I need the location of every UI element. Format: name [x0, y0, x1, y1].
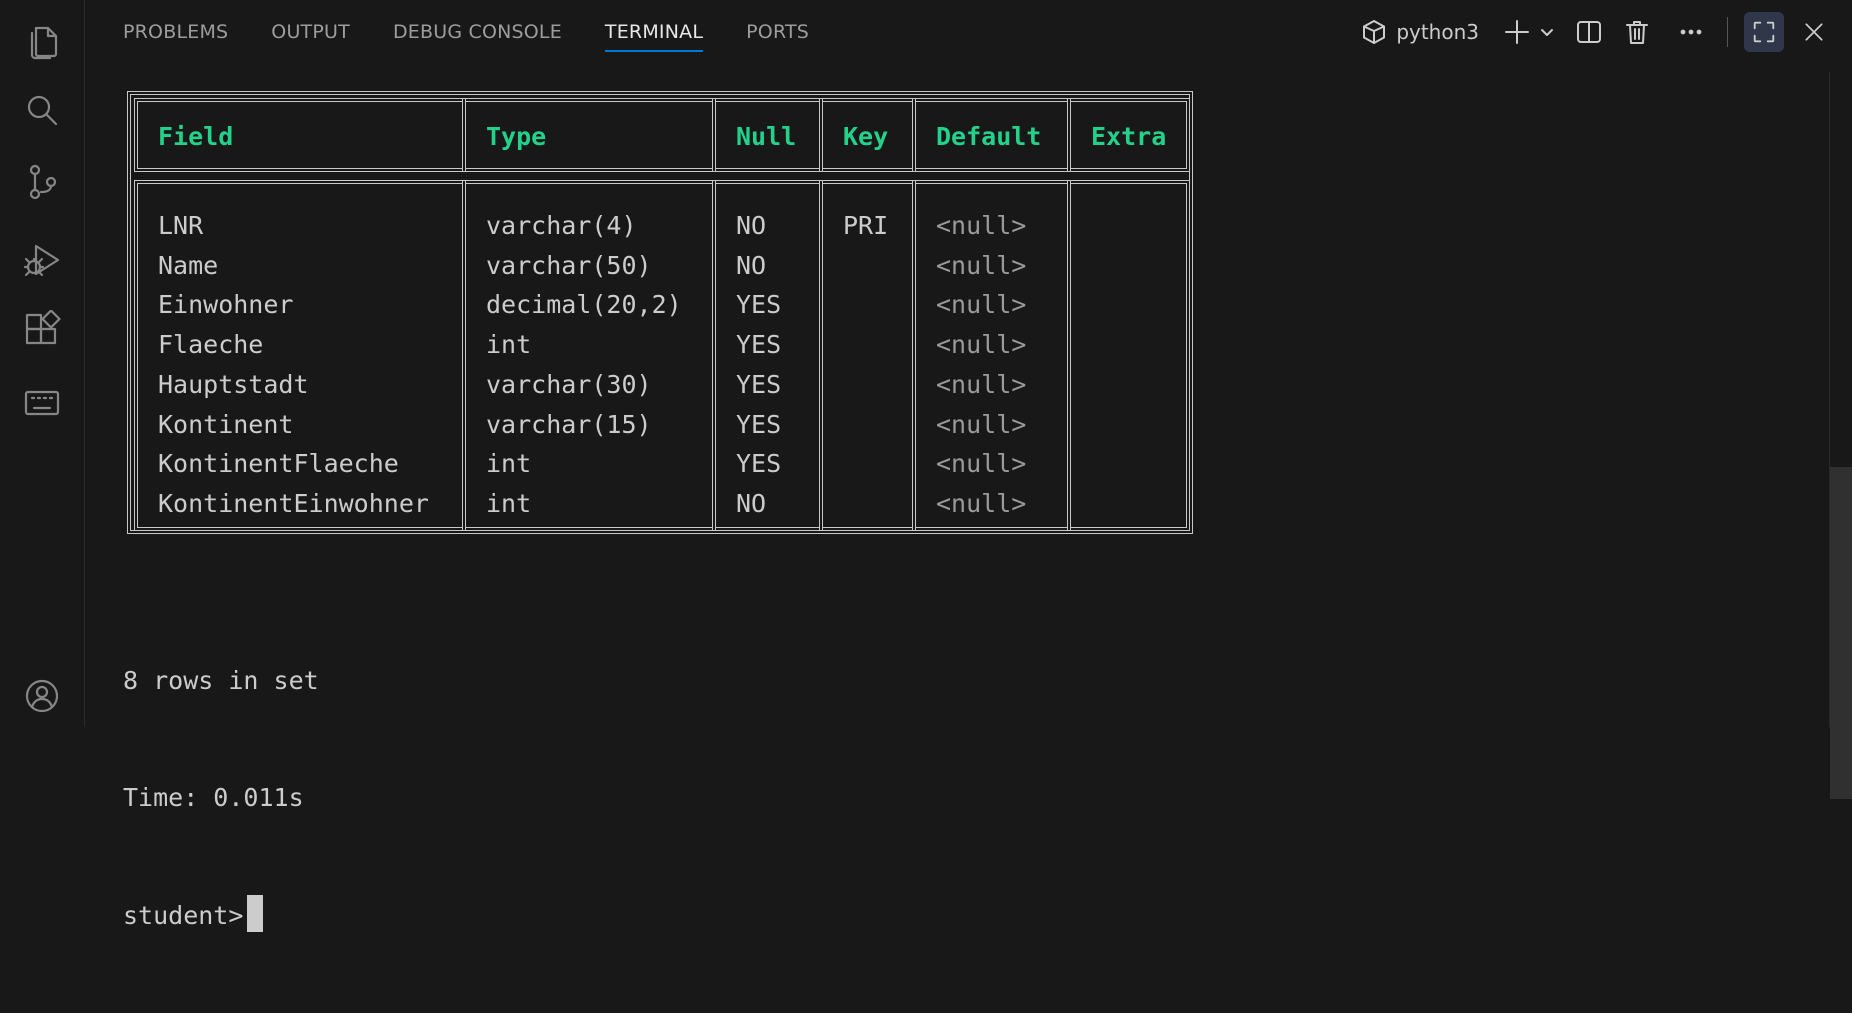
field-values: LNR Name Einwohner Flaeche Hauptstadt Ko…	[158, 211, 429, 518]
panel-tabs: PROBLEMS OUTPUT DEBUG CONSOLE TERMINAL P…	[123, 0, 852, 64]
header-cell-field: Field	[134, 98, 466, 172]
type-values: varchar(4) varchar(50) decimal(20,2) int…	[486, 211, 682, 518]
result-table: Field Type Null Key Default Extra LNR Na…	[127, 91, 1193, 534]
header-key: Key	[843, 122, 889, 151]
terminal-output[interactable]: Field Type Null Key Default Extra LNR Na…	[85, 64, 1828, 932]
column-field: LNR Name Einwohner Flaeche Hauptstadt Ko…	[134, 180, 466, 531]
key-values: PRI	[843, 211, 889, 240]
terminal-cursor	[247, 895, 264, 932]
terminal-toolbar: python3	[1360, 0, 1852, 64]
python-terminal-icon	[1360, 18, 1388, 46]
more-actions-button[interactable]	[1677, 18, 1705, 46]
panel-header: PROBLEMS OUTPUT DEBUG CONSOLE TERMINAL P…	[85, 0, 1852, 64]
prompt-line[interactable]: student>	[123, 895, 319, 935]
chevron-down-icon	[1541, 29, 1553, 36]
column-extra	[1067, 180, 1190, 531]
tab-output[interactable]: OUTPUT	[271, 0, 350, 64]
header-null: Null	[736, 122, 797, 151]
trash-icon	[1626, 21, 1648, 44]
terminal-selector[interactable]: python3	[1360, 18, 1479, 46]
rows-info: 8 rows in set	[123, 666, 319, 695]
scrollbar-thumb[interactable]	[1830, 467, 1852, 799]
header-cell-null: Null	[712, 98, 823, 172]
ellipsis-icon	[1680, 29, 1702, 35]
header-cell-extra: Extra	[1067, 98, 1190, 172]
explorer-icon[interactable]	[20, 19, 64, 63]
header-default: Default	[936, 122, 1042, 151]
header-field: Field	[158, 122, 234, 151]
plus-icon	[1505, 20, 1529, 44]
tab-problems[interactable]: PROBLEMS	[123, 0, 228, 64]
tab-debug-console[interactable]: DEBUG CONSOLE	[393, 0, 562, 64]
null-values: NO NO YES YES YES YES YES NO	[736, 211, 782, 518]
header-cell-key: Key	[819, 98, 916, 172]
header-cell-default: Default	[912, 98, 1071, 172]
maximize-icon	[1753, 21, 1775, 43]
activity-bar	[0, 0, 85, 727]
account-icon[interactable]	[20, 674, 64, 718]
time-info: Time: 0.011s	[123, 783, 304, 812]
kill-terminal-button[interactable]	[1623, 18, 1651, 46]
terminal-scrollbar[interactable]	[1829, 72, 1852, 799]
extensions-icon[interactable]	[20, 308, 64, 352]
header-cell-type: Type	[462, 98, 716, 172]
split-icon	[1577, 21, 1601, 43]
column-default: <null> <null> <null> <null> <null> <null…	[912, 180, 1071, 531]
header-extra: Extra	[1091, 122, 1167, 151]
close-panel-button[interactable]	[1802, 20, 1826, 44]
tab-ports[interactable]: PORTS	[746, 0, 809, 64]
toolbar-divider	[1727, 17, 1728, 47]
run-debug-icon[interactable]	[20, 238, 64, 282]
terminal-dropdown-button[interactable]	[1539, 24, 1555, 40]
terminal-footer: 8 rows in set Time: 0.011s student>	[123, 583, 319, 1013]
column-key: PRI	[819, 180, 916, 531]
maximize-panel-button[interactable]	[1744, 12, 1784, 52]
remote-keyboard-icon[interactable]	[20, 381, 64, 425]
new-terminal-button[interactable]	[1503, 18, 1531, 46]
default-values: <null> <null> <null> <null> <null> <null…	[936, 211, 1027, 518]
search-icon[interactable]	[20, 88, 64, 132]
source-control-icon[interactable]	[20, 160, 64, 204]
prompt: student>	[123, 901, 244, 930]
header-type: Type	[486, 122, 547, 151]
column-null: NO NO YES YES YES YES YES NO	[712, 180, 823, 531]
tab-terminal[interactable]: TERMINAL	[604, 0, 704, 64]
terminal-name: python3	[1396, 20, 1479, 44]
close-icon	[1805, 23, 1823, 41]
column-type: varchar(4) varchar(50) decimal(20,2) int…	[462, 180, 716, 531]
split-terminal-button[interactable]	[1575, 18, 1603, 46]
